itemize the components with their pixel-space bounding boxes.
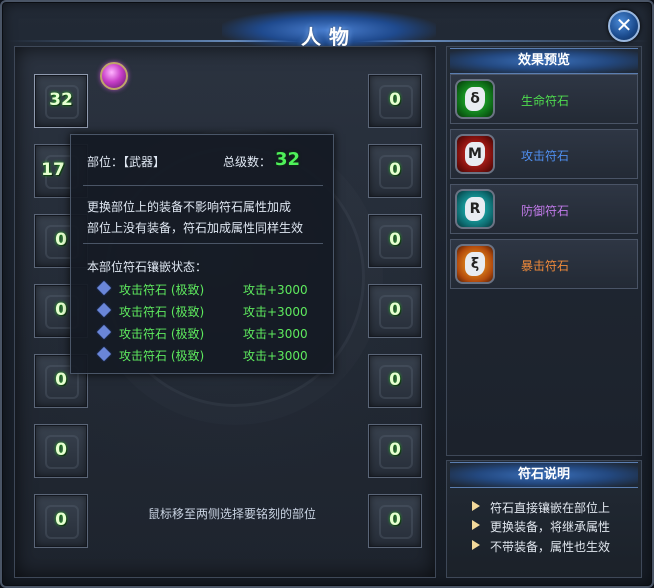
close-button[interactable]: ✕ [608,10,640,42]
description-item: 更换装备，将继承属性 [472,518,610,535]
slot-rune-count: 0 [55,440,67,460]
arrow-right-icon [472,501,480,511]
preview-item-attack-rune[interactable]: M 攻击符石 [450,129,638,179]
rune-label: 暴击符石 [521,259,570,273]
slot-tooltip: 部位：【武器】 总级数： 32 更换部位上的装备不影响符石属性加成 部位上没有装… [70,134,334,374]
rune-glyph: R [465,197,485,221]
slot-rune-count: 0 [389,510,401,530]
rune-bonus: 攻击+3000 [243,327,308,341]
arrow-right-icon [472,540,480,550]
rune-bonus: 攻击+3000 [243,283,308,297]
rune-label: 防御符石 [521,204,570,218]
tooltip-divider [83,185,323,186]
description-item: 不带装备，属性也生效 [472,538,610,555]
tooltip-note-line-2: 部位上没有装备，符石加成属性同样生效 [87,221,304,235]
preview-item-life-rune[interactable]: δ 生命符石 [450,74,638,124]
slot-rune-count: 0 [389,440,401,460]
rune-label: 攻击符石 [521,149,570,163]
description-item: 符石直接镶嵌在部位上 [472,499,610,516]
diamond-bullet-icon [96,324,112,340]
tooltip-status-title: 本部位符石镶嵌状态： [87,260,208,274]
rune-bonus: 攻击+3000 [243,305,308,319]
title-banner: 人物 [222,10,436,50]
effect-preview-title: 效果预览 [450,48,638,74]
rune-name: 攻击符石 (极致) [119,349,205,363]
left-slot-7[interactable]: 0 [34,494,88,548]
left-slot-1[interactable]: 32 [34,74,88,128]
arrow-right-icon [472,520,480,530]
tooltip-rune-row: 攻击符石 (极致) 攻击+3000 [96,324,309,343]
right-slot-1[interactable]: 0 [368,74,422,128]
slot-rune-count: 0 [389,370,401,390]
description-text: 符石直接镶嵌在部位上 [490,501,611,515]
left-slot-6[interactable]: 0 [34,424,88,478]
hover-hint: 鼠标移至两侧选择要铭刻的部位 [148,507,317,521]
right-slot-5[interactable]: 0 [368,354,422,408]
description-text: 不带装备，属性也生效 [490,540,611,554]
character-window: 人物 ✕ 32 17 0 0 0 0 0 0 0 0 0 0 0 0 部位：【武… [0,0,654,588]
rune-name: 攻击符石 (极致) [119,283,205,297]
slot-rune-count: 0 [389,300,401,320]
tooltip-total-level-value: 32 [275,149,301,170]
slot-rune-count: 0 [55,510,67,530]
tooltip-divider [83,243,323,244]
diamond-bullet-icon [96,280,112,296]
slot-rune-count: 32 [49,90,73,110]
right-slot-2[interactable]: 0 [368,144,422,198]
attack-rune-icon: M [455,134,495,174]
tooltip-rune-row: 攻击符石 (极致) 攻击+3000 [96,280,309,299]
slot-rune-count: 0 [389,230,401,250]
preview-item-crit-rune[interactable]: ξ 暴击符石 [450,239,638,289]
rune-glyph: ξ [465,252,485,276]
preview-item-defense-rune[interactable]: R 防御符石 [450,184,638,234]
description-text: 更换装备，将继承属性 [490,520,611,534]
slot-rune-count: 0 [389,160,401,180]
rune-description-title: 符石说明 [450,462,638,488]
tooltip-rune-row: 攻击符石 (极致) 攻击+3000 [96,302,309,321]
rune-glyph: M [465,142,485,166]
diamond-bullet-icon [96,302,112,318]
life-rune-icon: δ [455,79,495,119]
rune-glyph: δ [465,87,485,111]
close-icon: ✕ [615,13,633,37]
gem-icon[interactable] [100,62,128,90]
right-slot-3[interactable]: 0 [368,214,422,268]
defense-rune-icon: R [455,189,495,229]
rune-label: 生命符石 [521,94,570,108]
tooltip-total-level-label: 总级数： [223,155,272,169]
right-slot-7[interactable]: 0 [368,494,422,548]
slot-rune-count: 0 [389,90,401,110]
rune-bonus: 攻击+3000 [243,349,308,363]
crit-rune-icon: ξ [455,244,495,284]
diamond-bullet-icon [96,346,112,362]
slot-rune-count: 17 [41,160,65,180]
tooltip-part-label: 部位：【武器】 [87,155,166,169]
rune-name: 攻击符石 (极致) [119,305,205,319]
right-slot-4[interactable]: 0 [368,284,422,338]
tooltip-note-line-1: 更换部位上的装备不影响符石属性加成 [87,200,292,214]
right-slot-6[interactable]: 0 [368,424,422,478]
tooltip-rune-row: 攻击符石 (极致) 攻击+3000 [96,346,309,365]
rune-name: 攻击符石 (极致) [119,327,205,341]
